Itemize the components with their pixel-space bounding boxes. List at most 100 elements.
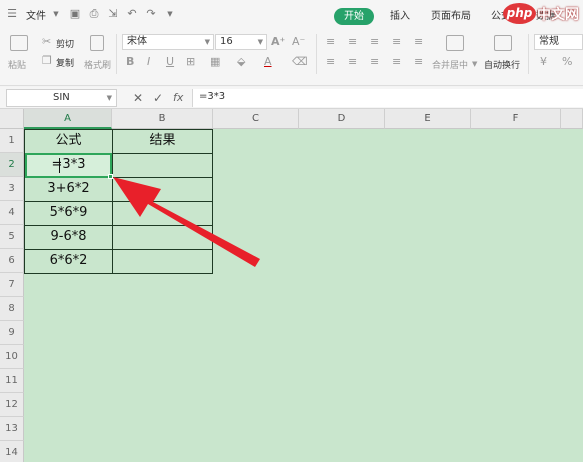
select-all-corner[interactable] xyxy=(0,109,24,129)
justify-icon[interactable]: ≡ xyxy=(392,56,401,68)
export-icon[interactable]: ⇲ xyxy=(107,8,119,20)
fill-bucket-icon[interactable]: ⬙ xyxy=(237,56,245,68)
merge-center-button[interactable]: 合并居中 xyxy=(432,58,468,71)
align-bottom-icon[interactable]: ≡ xyxy=(370,36,379,48)
table-cell-result[interactable] xyxy=(112,225,213,250)
indent-icon[interactable]: ≡ xyxy=(414,36,423,48)
align-middle-icon[interactable]: ≡ xyxy=(348,36,357,48)
watermark-logo: php 中文网 xyxy=(503,2,583,26)
border-icon[interactable]: ⊞ xyxy=(186,56,195,68)
insert-function-button[interactable]: fx xyxy=(173,91,183,105)
undo-icon[interactable]: ↶ xyxy=(126,8,138,20)
row-header[interactable]: 3 xyxy=(0,177,24,201)
save-icon[interactable]: ▣ xyxy=(69,8,81,20)
copy-button[interactable]: 复制 xyxy=(56,56,74,69)
distribute-icon[interactable]: ≡ xyxy=(414,56,423,68)
column-header-f[interactable]: F xyxy=(471,109,561,129)
column-header-e[interactable]: E xyxy=(385,109,471,129)
chevron-down-icon[interactable]: ▼ xyxy=(472,58,477,70)
table-cell-result[interactable] xyxy=(112,153,213,178)
formula-bar: SIN ▼ ✕ ✓ fx =3*3 xyxy=(0,87,583,109)
table-cell-result[interactable] xyxy=(112,177,213,202)
name-box-value: SIN xyxy=(53,92,70,103)
row-header[interactable]: 13 xyxy=(0,417,24,441)
decrease-font-icon[interactable]: A⁻ xyxy=(292,36,305,48)
redo-icon[interactable]: ↷ xyxy=(145,8,157,20)
row-header[interactable]: 1 xyxy=(0,129,24,153)
table-header-formula[interactable]: 公式 xyxy=(24,129,113,154)
font-size-select[interactable]: 16 ▼ xyxy=(215,34,267,50)
format-painter-button[interactable]: 格式刷 xyxy=(84,58,111,71)
row-header[interactable]: 11 xyxy=(0,369,24,393)
align-top-icon[interactable]: ≡ xyxy=(326,36,335,48)
number-format-select[interactable]: 常规 xyxy=(534,34,583,50)
percent-icon[interactable]: % xyxy=(562,56,572,68)
italic-button[interactable]: I xyxy=(147,56,150,68)
merge-center-icon[interactable] xyxy=(446,35,464,51)
chevron-down-icon: ▼ xyxy=(106,94,112,102)
name-box[interactable]: SIN ▼ xyxy=(6,89,117,107)
row-header[interactable]: 10 xyxy=(0,345,24,369)
wrap-text-button[interactable]: 自动换行 xyxy=(484,58,520,71)
tab-home[interactable]: 开始 xyxy=(334,8,374,25)
column-header-c[interactable]: C xyxy=(213,109,299,129)
table-cell-formula[interactable]: 3+6*2 xyxy=(24,177,113,202)
bold-button[interactable]: B xyxy=(126,56,134,68)
paste-icon[interactable] xyxy=(10,35,28,51)
row-header[interactable]: 12 xyxy=(0,393,24,417)
align-left-icon[interactable]: ≡ xyxy=(326,56,335,68)
row-header[interactable]: 5 xyxy=(0,225,24,249)
tab-page-layout[interactable]: 页面布局 xyxy=(431,7,471,22)
ribbon-divider xyxy=(528,34,529,74)
table-header-result[interactable]: 结果 xyxy=(112,129,213,154)
print-icon[interactable]: ⎙ xyxy=(88,8,100,20)
table-cell-formula[interactable]: 6*6*2 xyxy=(24,249,113,274)
row-header[interactable]: 8 xyxy=(0,297,24,321)
align-center-icon[interactable]: ≡ xyxy=(348,56,357,68)
cut-button[interactable]: 剪切 xyxy=(56,37,74,50)
cancel-icon[interactable]: ✕ xyxy=(133,91,143,105)
menu-icon[interactable]: ☰ xyxy=(6,8,18,20)
eraser-icon[interactable]: ⌫ xyxy=(292,56,308,68)
orientation-icon[interactable]: ≡ xyxy=(392,36,401,48)
quick-access-dropdown-icon[interactable]: ▼ xyxy=(164,8,176,20)
table-cell-result[interactable] xyxy=(112,249,213,274)
wrap-text-icon[interactable] xyxy=(494,35,512,51)
column-header-d[interactable]: D xyxy=(299,109,385,129)
row-header[interactable]: 6 xyxy=(0,249,24,273)
watermark-php: php xyxy=(503,3,536,24)
font-color-button[interactable]: A xyxy=(264,56,272,68)
table-cell-formula[interactable]: 5*6*9 xyxy=(24,201,113,226)
align-right-icon[interactable]: ≡ xyxy=(370,56,379,68)
number-format-value: 常规 xyxy=(539,36,559,47)
confirm-icon[interactable]: ✓ xyxy=(153,91,163,105)
fill-color-icon[interactable]: ▦ xyxy=(210,56,220,68)
table-cell-formula[interactable]: 9-6*8 xyxy=(24,225,113,250)
cut-icon[interactable]: ✂ xyxy=(42,36,51,48)
row-header[interactable]: 7 xyxy=(0,273,24,297)
chevron-down-icon[interactable]: ▼ xyxy=(50,8,62,20)
font-name-select[interactable]: 宋体 ▼ xyxy=(122,34,214,50)
fill-handle[interactable] xyxy=(108,174,113,179)
paste-button-label[interactable]: 粘贴 xyxy=(8,58,26,71)
tab-insert[interactable]: 插入 xyxy=(390,7,410,22)
row-header[interactable]: 4 xyxy=(0,201,24,225)
chevron-down-icon: ▼ xyxy=(204,38,210,46)
file-menu[interactable]: 文件 xyxy=(26,7,46,22)
column-header-next[interactable] xyxy=(561,109,583,129)
underline-button[interactable]: U xyxy=(166,56,174,68)
format-painter-icon[interactable] xyxy=(90,35,104,51)
formula-input[interactable]: =3*3 xyxy=(192,89,583,107)
row-header[interactable]: 14 xyxy=(0,441,24,462)
column-header-b[interactable]: B xyxy=(112,109,213,129)
row-header[interactable]: 2 xyxy=(0,153,24,177)
font-size-value: 16 xyxy=(220,36,233,47)
worksheet-grid[interactable]: A B C D E F 1 2 3 4 5 6 7 8 9 10 11 12 1… xyxy=(0,109,583,462)
active-cell-text[interactable]: =3*3 xyxy=(24,153,113,178)
column-header-a[interactable]: A xyxy=(24,109,112,129)
copy-icon[interactable]: ❐ xyxy=(42,55,52,67)
table-cell-result[interactable] xyxy=(112,201,213,226)
row-header[interactable]: 9 xyxy=(0,321,24,345)
increase-font-icon[interactable]: A⁺ xyxy=(271,36,285,48)
currency-icon[interactable]: ¥ xyxy=(540,56,547,68)
